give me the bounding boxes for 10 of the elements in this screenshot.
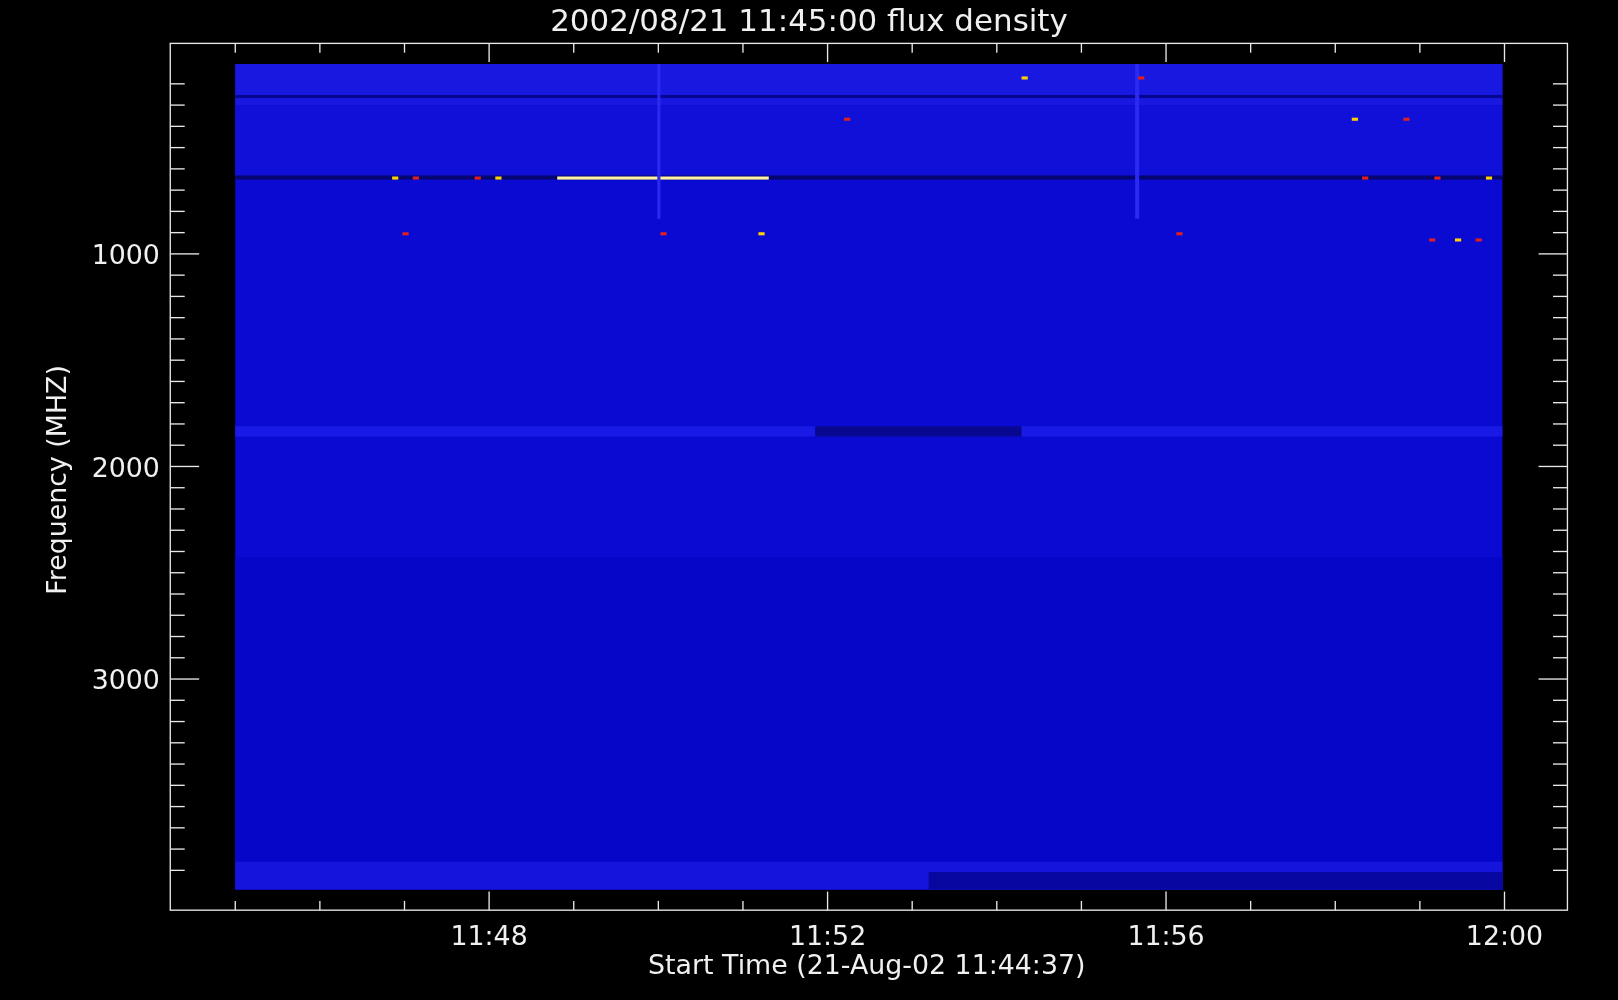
- y-tick-label: 1000: [91, 239, 160, 271]
- y-axis-label: Frequency (MHZ): [41, 365, 73, 595]
- y-tick-label: 3000: [91, 664, 160, 696]
- plot-title: 2002/08/21 11:45:00 flux density: [550, 2, 1068, 38]
- x-tick-label: 11:52: [788, 920, 867, 952]
- y-tick-label: 2000: [91, 451, 160, 483]
- x-tick-label: 11:56: [1127, 920, 1205, 952]
- x-axis-label: Start Time (21-Aug-02 11:44:37): [648, 949, 1086, 981]
- x-tick-label: 11:48: [450, 920, 528, 952]
- x-tick-label: 12:00: [1465, 920, 1544, 952]
